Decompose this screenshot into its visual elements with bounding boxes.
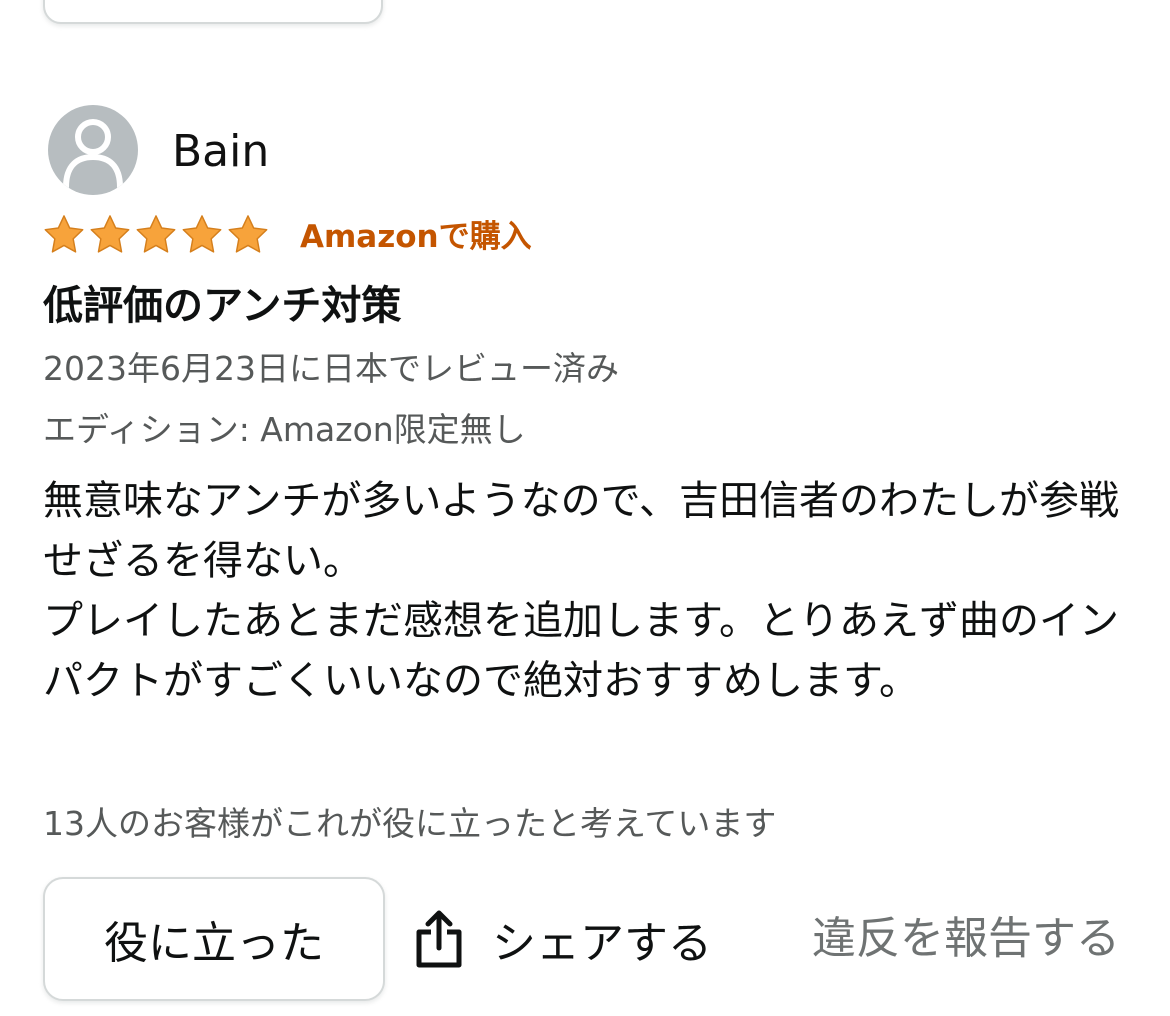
review-body-paragraph: プレイしたあとまだ感想を追加します。とりあえず曲のインパクトがすごくいいなので絶… xyxy=(43,598,1119,704)
star-icon xyxy=(134,213,178,261)
avatar xyxy=(48,105,138,195)
star-icon xyxy=(180,213,224,261)
previous-helpful-button[interactable] xyxy=(43,0,383,24)
review-date: 2023年6月23日に日本でレビュー済み xyxy=(43,349,619,388)
user-silhouette-icon xyxy=(63,119,123,190)
review-edition: エディション: Amazon限定無し xyxy=(43,410,526,449)
share-button[interactable]: シェアする xyxy=(414,904,712,974)
verified-purchase-badge: Amazonで購入 xyxy=(300,219,532,255)
share-icon xyxy=(414,910,464,968)
helpful-count: 13人のお客様がこれが役に立ったと考えています xyxy=(43,804,777,843)
review-body: 無意味なアンチが多いようなので、吉田信者のわたしが参戦せざるを得ない。 プレイし… xyxy=(43,471,1128,711)
reviewer-name[interactable]: Bain xyxy=(172,126,269,178)
star-rating xyxy=(42,213,270,261)
star-icon xyxy=(226,213,270,261)
helpful-button[interactable]: 役に立った xyxy=(43,877,385,1001)
report-abuse-link[interactable]: 違反を報告する xyxy=(812,912,1120,966)
share-label: シェアする xyxy=(492,918,712,969)
review-title[interactable]: 低評価のアンチ対策 xyxy=(43,280,401,332)
star-icon xyxy=(42,213,86,261)
review-body-paragraph: 無意味なアンチが多いようなので、吉田信者のわたしが参戦せざるを得ない。 xyxy=(43,478,1119,584)
star-icon xyxy=(88,213,132,261)
